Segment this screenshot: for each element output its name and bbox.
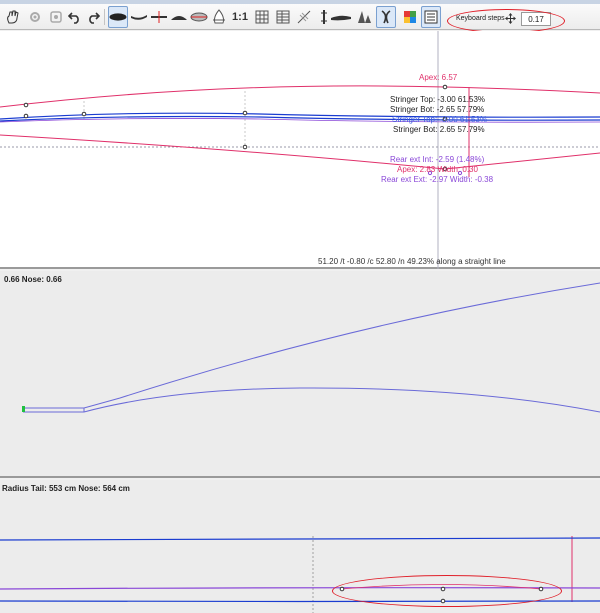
stringer-bot-label: Stringer Bot: -2.65 57.79% [390, 105, 485, 114]
grid-icon[interactable] [252, 6, 272, 28]
profile-header: 0.66 Nose: 0.66 [4, 275, 62, 284]
slice-view-icon[interactable] [169, 6, 189, 28]
status-line: 51.20 /t -0.80 /c 52.80 /n 49.23% along … [318, 257, 506, 266]
table-icon[interactable] [273, 6, 293, 28]
keyboard-steps-label: Keyboard steps [456, 15, 505, 22]
gear-icon[interactable] [25, 6, 45, 28]
radius-view-panel[interactable]: Radius Tail: 553 cm Nose: 564 cm [0, 480, 600, 613]
gear-alt-icon[interactable] [46, 6, 66, 28]
apex-width-label: Apex: 2.83 Width: 0.30 [397, 165, 478, 174]
control-point [242, 110, 248, 116]
rocker-bottom-curve [23, 387, 600, 413]
control-point [440, 598, 446, 604]
control-point [339, 586, 345, 592]
keyboard-steps-input[interactable] [521, 12, 551, 26]
control-point [242, 144, 248, 150]
rocker-cross-icon[interactable] [149, 6, 169, 28]
stringer-top-label: Stringer Top: -3.00 61.53% [390, 95, 486, 104]
profile-canvas[interactable] [0, 271, 600, 478]
undo-icon[interactable] [67, 6, 83, 28]
outline-canvas[interactable] [0, 31, 600, 269]
rocker-top-curve [23, 282, 600, 409]
scale-label: 1:1 [232, 11, 248, 23]
fins-icon[interactable] [354, 6, 374, 28]
board-top-view-icon[interactable] [108, 6, 128, 28]
control-point [81, 111, 87, 117]
deck-outline-curve [0, 85, 600, 108]
board-side-view-icon[interactable] [129, 6, 149, 28]
profile-view-panel[interactable]: 0.66 Nose: 0.66 [0, 271, 600, 478]
properties-icon[interactable] [421, 6, 441, 28]
fin-icon[interactable] [328, 6, 354, 28]
deck-view-icon[interactable] [209, 6, 229, 28]
bottom-outline-curve [0, 134, 600, 170]
radius-canvas[interactable] [0, 480, 600, 613]
control-point [23, 113, 29, 119]
hand-tool-icon[interactable] [2, 6, 24, 28]
radius-header: Radius Tail: 553 cm Nose: 564 cm [2, 484, 130, 493]
combined-view-icon[interactable] [189, 6, 209, 28]
apex-label: Apex: 6.57 [419, 73, 458, 82]
control-point [440, 586, 446, 592]
radius-bottom-line [0, 600, 600, 603]
rear-ext-ext-label: Rear ext Ext: -2.97 Width: -0.38 [381, 175, 494, 184]
control-point [442, 84, 448, 90]
stringer-top-label-2: Stringer Top: -3.00 61.53% [392, 115, 488, 124]
toolbar-separator [104, 9, 105, 25]
guide-icon[interactable] [294, 6, 314, 28]
stringer-bot-label-2: Stringer Bot: 2.65 57.79% [393, 125, 485, 134]
tail-marker [22, 406, 25, 412]
outline-view-panel[interactable]: Apex: 6.57 Stringer Top: -3.00 61.53% St… [0, 31, 600, 269]
control-point [23, 102, 29, 108]
scale-button[interactable]: 1:1 [230, 6, 250, 28]
toolbar: 1:1 Keyboard steps [0, 4, 600, 33]
control-point [538, 586, 544, 592]
radius-top-line [0, 537, 600, 541]
redo-icon[interactable] [85, 6, 101, 28]
colors-icon[interactable] [400, 6, 420, 28]
cross-section-icon[interactable] [376, 6, 396, 28]
radius-mid-line [0, 587, 600, 590]
move-icon [505, 13, 516, 26]
rear-ext-int-label: Rear ext Int: -2.59 (1.48%) [390, 155, 485, 164]
